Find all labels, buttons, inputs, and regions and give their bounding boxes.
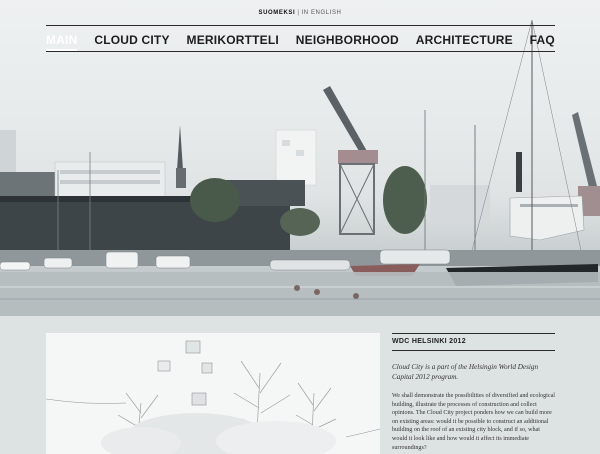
- wdc-sidebar: WDC HELSINKI 2012 Cloud City is a part o…: [392, 333, 555, 452]
- header-top-rule: [46, 25, 555, 26]
- language-link-finnish[interactable]: SUOMEKSI: [259, 10, 296, 16]
- nav-item-main[interactable]: MAIN: [46, 33, 78, 51]
- nav-item-architecture[interactable]: ARCHITECTURE: [416, 33, 513, 47]
- nav-item-merikortteli[interactable]: MERIKORTTELI: [187, 33, 279, 47]
- sidebar-heading: WDC HELSINKI 2012: [392, 338, 466, 345]
- nav-item-cloud-city[interactable]: CLOUD CITY: [94, 33, 169, 47]
- language-separator: |: [297, 10, 300, 16]
- winter-trees-illustration: [46, 333, 380, 454]
- sidebar-intro: Cloud City is a part of the Helsingin Wo…: [392, 363, 539, 381]
- sidebar-top-rule: [392, 333, 555, 334]
- language-link-english[interactable]: IN ENGLISH: [301, 10, 341, 16]
- main-navigation: MAIN CLOUD CITY MERIKORTTELI NEIGHBORHOO…: [46, 32, 555, 51]
- winter-trees-photo: [46, 333, 380, 454]
- nav-item-faq[interactable]: FAQ: [530, 33, 555, 47]
- sidebar-heading-rule: [392, 350, 555, 351]
- sidebar-body-text: We shall demonstrate the possibilities o…: [392, 393, 555, 451]
- nav-item-neighborhood[interactable]: NEIGHBORHOOD: [296, 33, 399, 47]
- language-switcher: SUOMEKSI | IN ENGLISH: [0, 10, 600, 16]
- header-bottom-rule: [46, 51, 555, 52]
